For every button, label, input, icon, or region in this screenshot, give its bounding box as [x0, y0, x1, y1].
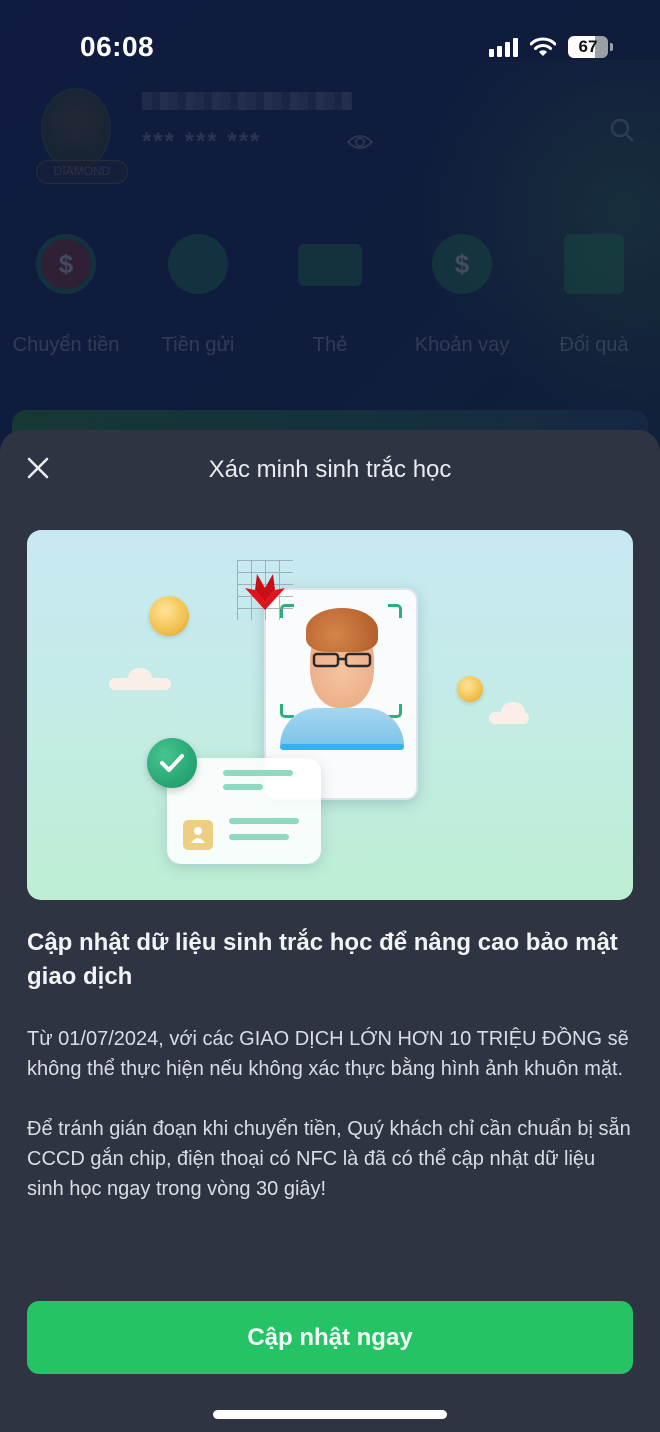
- paragraph-large-transactions: Từ 01/07/2024, với các GIAO DỊCH LỚN HƠN…: [27, 1028, 629, 1080]
- id-photo-icon: [183, 820, 213, 850]
- biometric-verification-sheet: Xác minh sinh trắc học Cập nhật dữ liệu …: [0, 430, 660, 1432]
- avatar-body: [280, 708, 404, 746]
- status-icons: 67: [489, 36, 613, 58]
- sheet-title: Xác minh sinh trắc học: [208, 456, 452, 483]
- cloud-decoration: [109, 668, 171, 690]
- scan-corner: [388, 604, 402, 618]
- paragraph-preparation: Để tránh gián đoạn khi chuyển tiền, Quý …: [27, 1118, 631, 1200]
- biometric-illustration: [27, 530, 633, 900]
- id-text-line: [229, 834, 289, 840]
- id-text-line: [229, 818, 299, 824]
- check-icon: [147, 738, 197, 788]
- coin-icon: [149, 596, 189, 636]
- content-body: Từ 01/07/2024, với các GIAO DỊCH LỚN HƠN…: [27, 1024, 637, 1234]
- update-now-button[interactable]: Cập nhật ngay: [27, 1301, 633, 1374]
- home-indicator[interactable]: [213, 1410, 447, 1419]
- glasses-icon: [312, 652, 372, 668]
- id-text-line: [223, 784, 263, 790]
- status-bar: 06:08 67: [0, 0, 660, 96]
- bank-logo-icon: [245, 574, 285, 610]
- scan-corner: [280, 704, 294, 718]
- id-text-line: [223, 770, 293, 776]
- battery-icon: 67: [568, 36, 613, 58]
- scan-line: [280, 744, 404, 750]
- wifi-icon: [530, 37, 556, 57]
- cloud-decoration: [489, 702, 529, 724]
- avatar-hair: [306, 608, 378, 652]
- content-headline: Cập nhật dữ liệu sinh trắc học để nâng c…: [27, 929, 618, 990]
- status-time: 06:08: [80, 31, 155, 62]
- signal-icon: [489, 37, 518, 57]
- sheet-header: Xác minh sinh trắc học: [0, 430, 660, 510]
- coin-icon: [457, 676, 483, 702]
